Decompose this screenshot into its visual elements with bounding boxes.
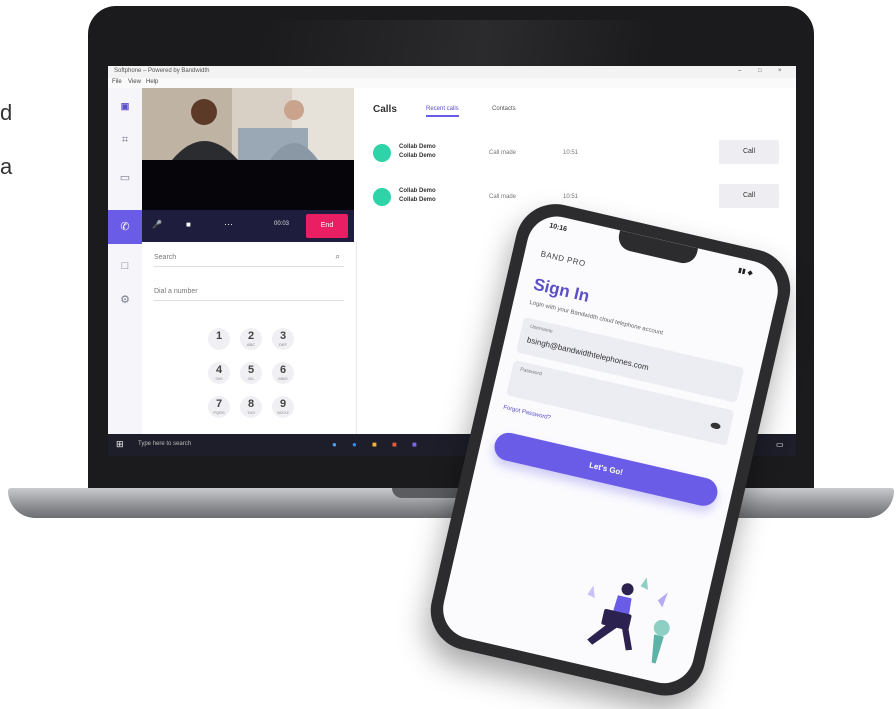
chat-icon[interactable]: ⌗	[117, 132, 133, 148]
teams-icon[interactable]: ■	[412, 440, 417, 449]
dial-number-field[interactable]: Dial a number	[154, 286, 344, 301]
dial-key-5[interactable]: 5 JKL	[240, 362, 262, 384]
folder-icon[interactable]: ■	[372, 440, 377, 449]
settings-icon[interactable]: ⚙	[117, 292, 133, 308]
video-self-preview	[142, 160, 354, 210]
call-time: 10:51	[563, 150, 579, 156]
dial-key-8[interactable]: 8 TUV	[240, 396, 262, 418]
dialer-panel: Search ⌕ Dial a number 1 2 ABC 3 DEF 4 GHI …	[142, 242, 357, 434]
call-outgoing-icon	[373, 144, 391, 162]
video-participants-image	[142, 88, 354, 160]
search-field[interactable]: Search ⌕	[154, 252, 344, 267]
call-subname: Collab Demo	[399, 153, 436, 159]
page-text-line-1: d	[0, 100, 13, 125]
call-name: Collab Demo	[399, 188, 436, 194]
call-timer: 00:03	[274, 221, 290, 227]
dial-key-9[interactable]: 9 WXYZ	[272, 396, 294, 418]
dial-key-4[interactable]: 4 GHI	[208, 362, 230, 384]
show-password-eye-icon[interactable]	[710, 421, 722, 430]
dial-number-input[interactable]: Dial a number	[154, 288, 198, 295]
message-icon[interactable]: ▭	[117, 170, 133, 186]
edge-icon[interactable]: ●	[352, 440, 357, 449]
lets-go-button[interactable]: Let's Go!	[491, 430, 721, 509]
call-back-button[interactable]: Call	[719, 140, 779, 164]
video-feed	[142, 88, 354, 160]
calls-title: Calls	[373, 104, 397, 115]
forgot-password-link[interactable]: Forgot Password?	[503, 405, 552, 422]
menu-file[interactable]: File	[112, 79, 122, 85]
minimize-button[interactable]: –	[738, 68, 741, 74]
call-control-bar: 🎤 ■ ··· 00:03 End	[142, 210, 354, 242]
more-button[interactable]: ···	[224, 219, 233, 229]
office-icon[interactable]: ■	[392, 440, 397, 449]
video-button[interactable]: ■	[186, 220, 191, 229]
mute-button[interactable]: 🎤	[152, 220, 162, 229]
dial-key-7[interactable]: 7 PQRS	[208, 396, 230, 418]
dial-key-1[interactable]: 1	[208, 328, 230, 350]
username-label: Username	[529, 323, 554, 335]
notifications-icon[interactable]: ▭	[776, 440, 784, 449]
dial-key-6[interactable]: 6 MNO	[272, 362, 294, 384]
teams-logo-icon[interactable]: ▣	[117, 98, 133, 114]
call-row: Collab Demo Collab Demo Call made 10:51 …	[373, 138, 783, 168]
end-call-button[interactable]: End	[306, 214, 348, 238]
tab-recent-calls[interactable]: Recent calls	[426, 106, 459, 117]
start-icon[interactable]: ⊞	[116, 439, 124, 450]
close-button[interactable]: ×	[778, 68, 782, 74]
brand-logo: BAND PRO	[539, 249, 587, 269]
page-text-line-2: a	[0, 154, 13, 179]
menu-help[interactable]: Help	[146, 79, 158, 85]
call-back-button[interactable]: Call	[719, 184, 779, 208]
person-with-laptop-illustration	[587, 577, 670, 664]
tab-contacts[interactable]: Contacts	[492, 106, 516, 112]
status-icons: ▮▮ ◆	[737, 267, 754, 278]
call-subname: Collab Demo	[399, 197, 436, 203]
call-type: Call made	[489, 150, 517, 156]
phone-icon[interactable]: ✆	[117, 219, 133, 235]
window-title: Softphone – Powered by Bandwidth	[114, 68, 210, 74]
menu-bar: File View Help	[108, 78, 796, 88]
taskbar-search[interactable]: Type here to search	[138, 441, 191, 447]
status-time: 10:16	[548, 222, 568, 234]
password-label: Password	[519, 366, 543, 378]
dial-key-2[interactable]: 2 ABC	[240, 328, 262, 350]
call-outgoing-icon	[373, 188, 391, 206]
call-time: 10:51	[563, 194, 579, 200]
calendar-icon[interactable]: □	[117, 258, 133, 274]
app-rail: ▣ ⌗ ▭ ✆ □ ⚙	[108, 88, 143, 434]
call-name: Collab Demo	[399, 144, 436, 150]
dial-key-3[interactable]: 3 DEF	[272, 328, 294, 350]
maximize-button[interactable]: □	[758, 68, 762, 74]
call-type: Call made	[489, 194, 517, 200]
search-input[interactable]: Search	[154, 254, 176, 261]
menu-view[interactable]: View	[128, 79, 141, 85]
search-icon[interactable]: ⌕	[336, 252, 340, 262]
browser-icon[interactable]: ●	[332, 440, 337, 449]
